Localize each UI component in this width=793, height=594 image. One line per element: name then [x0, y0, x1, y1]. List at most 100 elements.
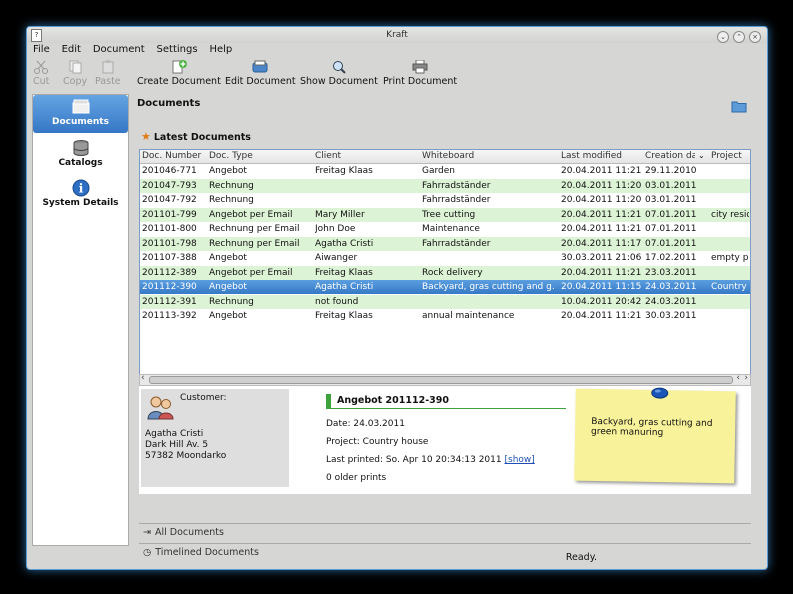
- column-header-doc-number[interactable]: Doc. Number: [142, 151, 204, 161]
- column-header-whiteboard[interactable]: Whiteboard: [422, 151, 554, 161]
- menu-file[interactable]: File: [33, 44, 50, 55]
- cut-button[interactable]: Cut: [33, 60, 49, 87]
- close-icon[interactable]: ×: [749, 31, 761, 43]
- new-document-icon: [172, 60, 187, 74]
- table-cell: 201113-392: [142, 311, 197, 321]
- paste-button[interactable]: Paste: [95, 60, 121, 87]
- table-cell: Fahrradständer: [422, 238, 491, 249]
- table-cell: 201107-388: [142, 253, 197, 263]
- scroll-left-end-icon[interactable]: ‹: [736, 373, 740, 383]
- table-cell: Rechnung: [209, 195, 254, 205]
- table-row[interactable]: 201047-792 Rechnung Fahrradständer 20.04.20…: [140, 193, 750, 207]
- table-row[interactable]: 201112-390 Angebot Agatha Cristi Backyard, …: [140, 280, 750, 294]
- clock-icon: ◷: [143, 547, 152, 558]
- print-document-button[interactable]: Print Document: [383, 60, 457, 87]
- app-icon[interactable]: ?: [31, 29, 42, 42]
- customer-city: 57382 Moondarko: [145, 451, 227, 461]
- sidebar-item-catalogs[interactable]: Catalogs: [33, 139, 128, 171]
- show-document-button[interactable]: Show Document: [300, 60, 378, 87]
- table-cell: Freitag Klaas: [315, 166, 373, 176]
- documents-icon: [72, 99, 89, 114]
- table-cell: Fahrradständer: [422, 195, 491, 205]
- edit-document-button[interactable]: Edit Document: [225, 60, 296, 87]
- document-details: Customer: Agatha Cristi Dark Hill Av. 5 …: [139, 386, 751, 494]
- timelined-documents-section[interactable]: ◷ Timelined Documents: [139, 543, 751, 562]
- table-cell: 23.03.2011: [645, 267, 697, 278]
- menu-bar: File Edit Document Settings Help: [33, 44, 241, 58]
- table-cell: Rechnung per Email: [209, 224, 300, 234]
- table-cell: 201112-391: [142, 296, 197, 307]
- table-cell: Freitag Klaas: [315, 311, 373, 321]
- main-window: ? Kraft ⌄ ⌃ × File Edit Document Settings …: [26, 26, 768, 570]
- table-cell: 20.04.2011 11:21: [561, 224, 641, 234]
- show-print-link[interactable]: [show]: [505, 455, 535, 465]
- latest-documents-header[interactable]: ★ Latest Documents: [141, 130, 251, 143]
- table-cell: Agatha Cristi: [315, 238, 374, 249]
- document-title: Angebot 201112-390: [326, 394, 566, 409]
- paste-icon: [102, 60, 114, 74]
- column-header-client[interactable]: Client: [315, 151, 415, 161]
- menu-help[interactable]: Help: [209, 44, 232, 55]
- table-cell: Angebot: [209, 282, 247, 292]
- sidebar-item-documents[interactable]: Documents: [33, 95, 128, 133]
- menu-edit[interactable]: Edit: [62, 44, 81, 55]
- table-row[interactable]: 201046-771 Angebot Freitag Klaas Garden 20.0…: [140, 164, 750, 178]
- document-date: Date: 24.03.2011: [326, 419, 405, 429]
- table-cell: 20.04.2011 11:15: [561, 282, 641, 292]
- column-header-last-modified[interactable]: Last modified: [561, 151, 639, 161]
- folder-icon[interactable]: [731, 100, 747, 113]
- sidebar-item-system-details[interactable]: i System Details: [33, 179, 128, 211]
- menu-document[interactable]: Document: [93, 44, 145, 55]
- title-bar[interactable]: ? Kraft ⌄ ⌃ ×: [27, 27, 767, 43]
- documents-panel: Documents ★ Latest Documents Doc. Number …: [131, 94, 753, 564]
- status-bar-text: Ready.: [565, 552, 597, 563]
- menu-settings[interactable]: Settings: [157, 44, 198, 55]
- table-cell: Tree cutting: [422, 209, 476, 220]
- table-cell: John Doe: [315, 224, 356, 234]
- table-row[interactable]: 201112-391 Rechnung not found 10.04.2011 20…: [140, 294, 750, 309]
- table-cell: 20.04.2011 11:20: [561, 195, 641, 205]
- window-title: Kraft: [386, 30, 408, 40]
- pin-icon: [651, 387, 669, 399]
- table-cell: Aiwanger: [315, 253, 358, 263]
- table-cell: Garden: [422, 166, 455, 176]
- table-row[interactable]: 201101-798 Rechnung per Email Agatha Crist…: [140, 236, 750, 251]
- table-cell: 20.04.2011 11:17: [561, 238, 641, 249]
- table-row[interactable]: 201047-793 Rechnung Fahrradständer 20.04.20…: [140, 178, 750, 193]
- column-header-doc-type[interactable]: Doc. Type: [209, 151, 309, 161]
- table-row[interactable]: 201101-800 Rechnung per Email John Doe Main…: [140, 222, 750, 236]
- svg-text:i: i: [78, 182, 83, 196]
- table-cell: 20.04.2011 11:21: [561, 166, 641, 176]
- copy-button[interactable]: Copy: [63, 60, 87, 87]
- scrollbar-thumb[interactable]: [149, 376, 733, 384]
- table-cell: Angebot: [209, 253, 247, 263]
- table-row[interactable]: 201113-392 Angebot Freitag Klaas annual mai…: [140, 309, 750, 323]
- table-row[interactable]: 201101-799 Angebot per Email Mary Miller Tr…: [140, 207, 750, 222]
- customer-label: Customer:: [180, 393, 227, 403]
- table-cell: annual maintenance: [422, 311, 515, 321]
- table-cell: 03.01.2011: [645, 180, 697, 191]
- column-header-project[interactable]: Project: [711, 151, 749, 161]
- table-row[interactable]: 201112-389 Angebot per Email Freitag Klaas…: [140, 265, 750, 280]
- whiteboard-note[interactable]: Backyard, gras cutting and green manurin…: [574, 387, 736, 484]
- document-card: Angebot 201112-390 Date: 24.03.2011 Proj…: [326, 394, 566, 487]
- table-cell: Freitag Klaas: [315, 267, 373, 278]
- maximize-icon[interactable]: ⌃: [733, 31, 745, 43]
- minimize-icon[interactable]: ⌄: [717, 31, 729, 43]
- sidebar: Documents Catalogs i System Details: [32, 94, 129, 546]
- table-cell: Backyard, gras cutting and g...: [422, 282, 554, 292]
- table-cell: Mary Miller: [315, 209, 365, 220]
- horizontal-scrollbar[interactable]: ‹ ‹ ›: [139, 373, 751, 386]
- table-cell: Angebot: [209, 311, 247, 321]
- documents-table[interactable]: Doc. Number Doc. Type Client Whiteboard …: [139, 149, 751, 376]
- create-document-button[interactable]: Create Document: [137, 60, 221, 87]
- customer-street: Dark Hill Av. 5: [145, 440, 209, 450]
- table-cell: 20.04.2011 11:21: [561, 311, 641, 321]
- column-header-creation-date[interactable]: Creation da: [645, 151, 695, 161]
- scroll-right-icon[interactable]: ›: [744, 373, 748, 383]
- scissors-icon: [34, 60, 49, 74]
- scroll-left-icon[interactable]: ‹: [141, 373, 145, 383]
- table-cell: 201046-771: [142, 166, 197, 176]
- table-row[interactable]: 201107-388 Angebot Aiwanger 30.03.2011 21:0…: [140, 251, 750, 265]
- all-documents-section[interactable]: ⇥ All Documents: [139, 523, 751, 542]
